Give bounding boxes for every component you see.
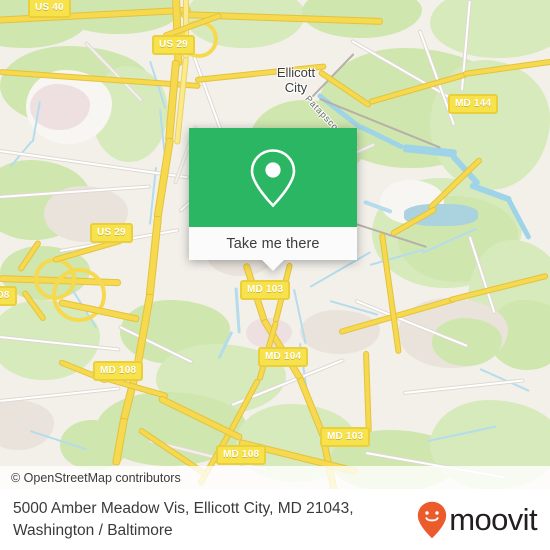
moovit-smiley-pin-icon [418,501,447,538]
address-line-2: Washington / Baltimore [13,521,173,539]
map-shield-us-29-north: US 29 [152,35,195,55]
map-shield-md-144: MD 144 [448,94,499,114]
card-pointer-tail [262,260,284,271]
map-shield-md-104: MD 104 [258,347,309,367]
address-block: 5000 Amber Meadow Vis, Ellicott City, MD… [0,498,354,542]
take-me-there-button[interactable]: Take me there [189,227,357,260]
card-header [189,128,357,227]
screenshot-root: Ellicott City Patapsco River US 40 US 29… [0,0,550,550]
map-shield-md-108-south: MD 108 [216,445,267,465]
map-shield-md-103-south: MD 103 [320,427,371,447]
destination-card[interactable]: Take me there [189,128,357,271]
place-label-line2: City [284,80,308,95]
map-shield-md-108-west: MD 108 [93,361,144,381]
map-attribution-bar: © OpenStreetMap contributors [0,466,550,489]
map-pin-icon [250,148,296,207]
osm-attribution-text: © OpenStreetMap contributors [11,470,181,485]
map-place-label-ellicott-city: Ellicott City [266,65,326,95]
address-line-1: 5000 Amber Meadow Vis, Ellicott City, MD… [13,499,354,517]
map-highway-loop [52,268,106,322]
map-shield-us-29-south: US 29 [90,223,133,243]
map-canvas[interactable]: Ellicott City Patapsco River US 40 US 29… [0,0,550,489]
map-shield-us-40: US 40 [28,0,71,18]
page-footer: 5000 Amber Meadow Vis, Ellicott City, MD… [0,489,550,550]
place-label-line1: Ellicott [276,65,316,80]
map-shield-md-103-north: MD 103 [240,280,291,300]
map-shield-md-108-edge: 08 [0,286,17,306]
take-me-there-label: Take me there [226,235,320,252]
moovit-wordmark: moovit [449,501,537,537]
moovit-logo[interactable]: moovit [417,501,550,539]
